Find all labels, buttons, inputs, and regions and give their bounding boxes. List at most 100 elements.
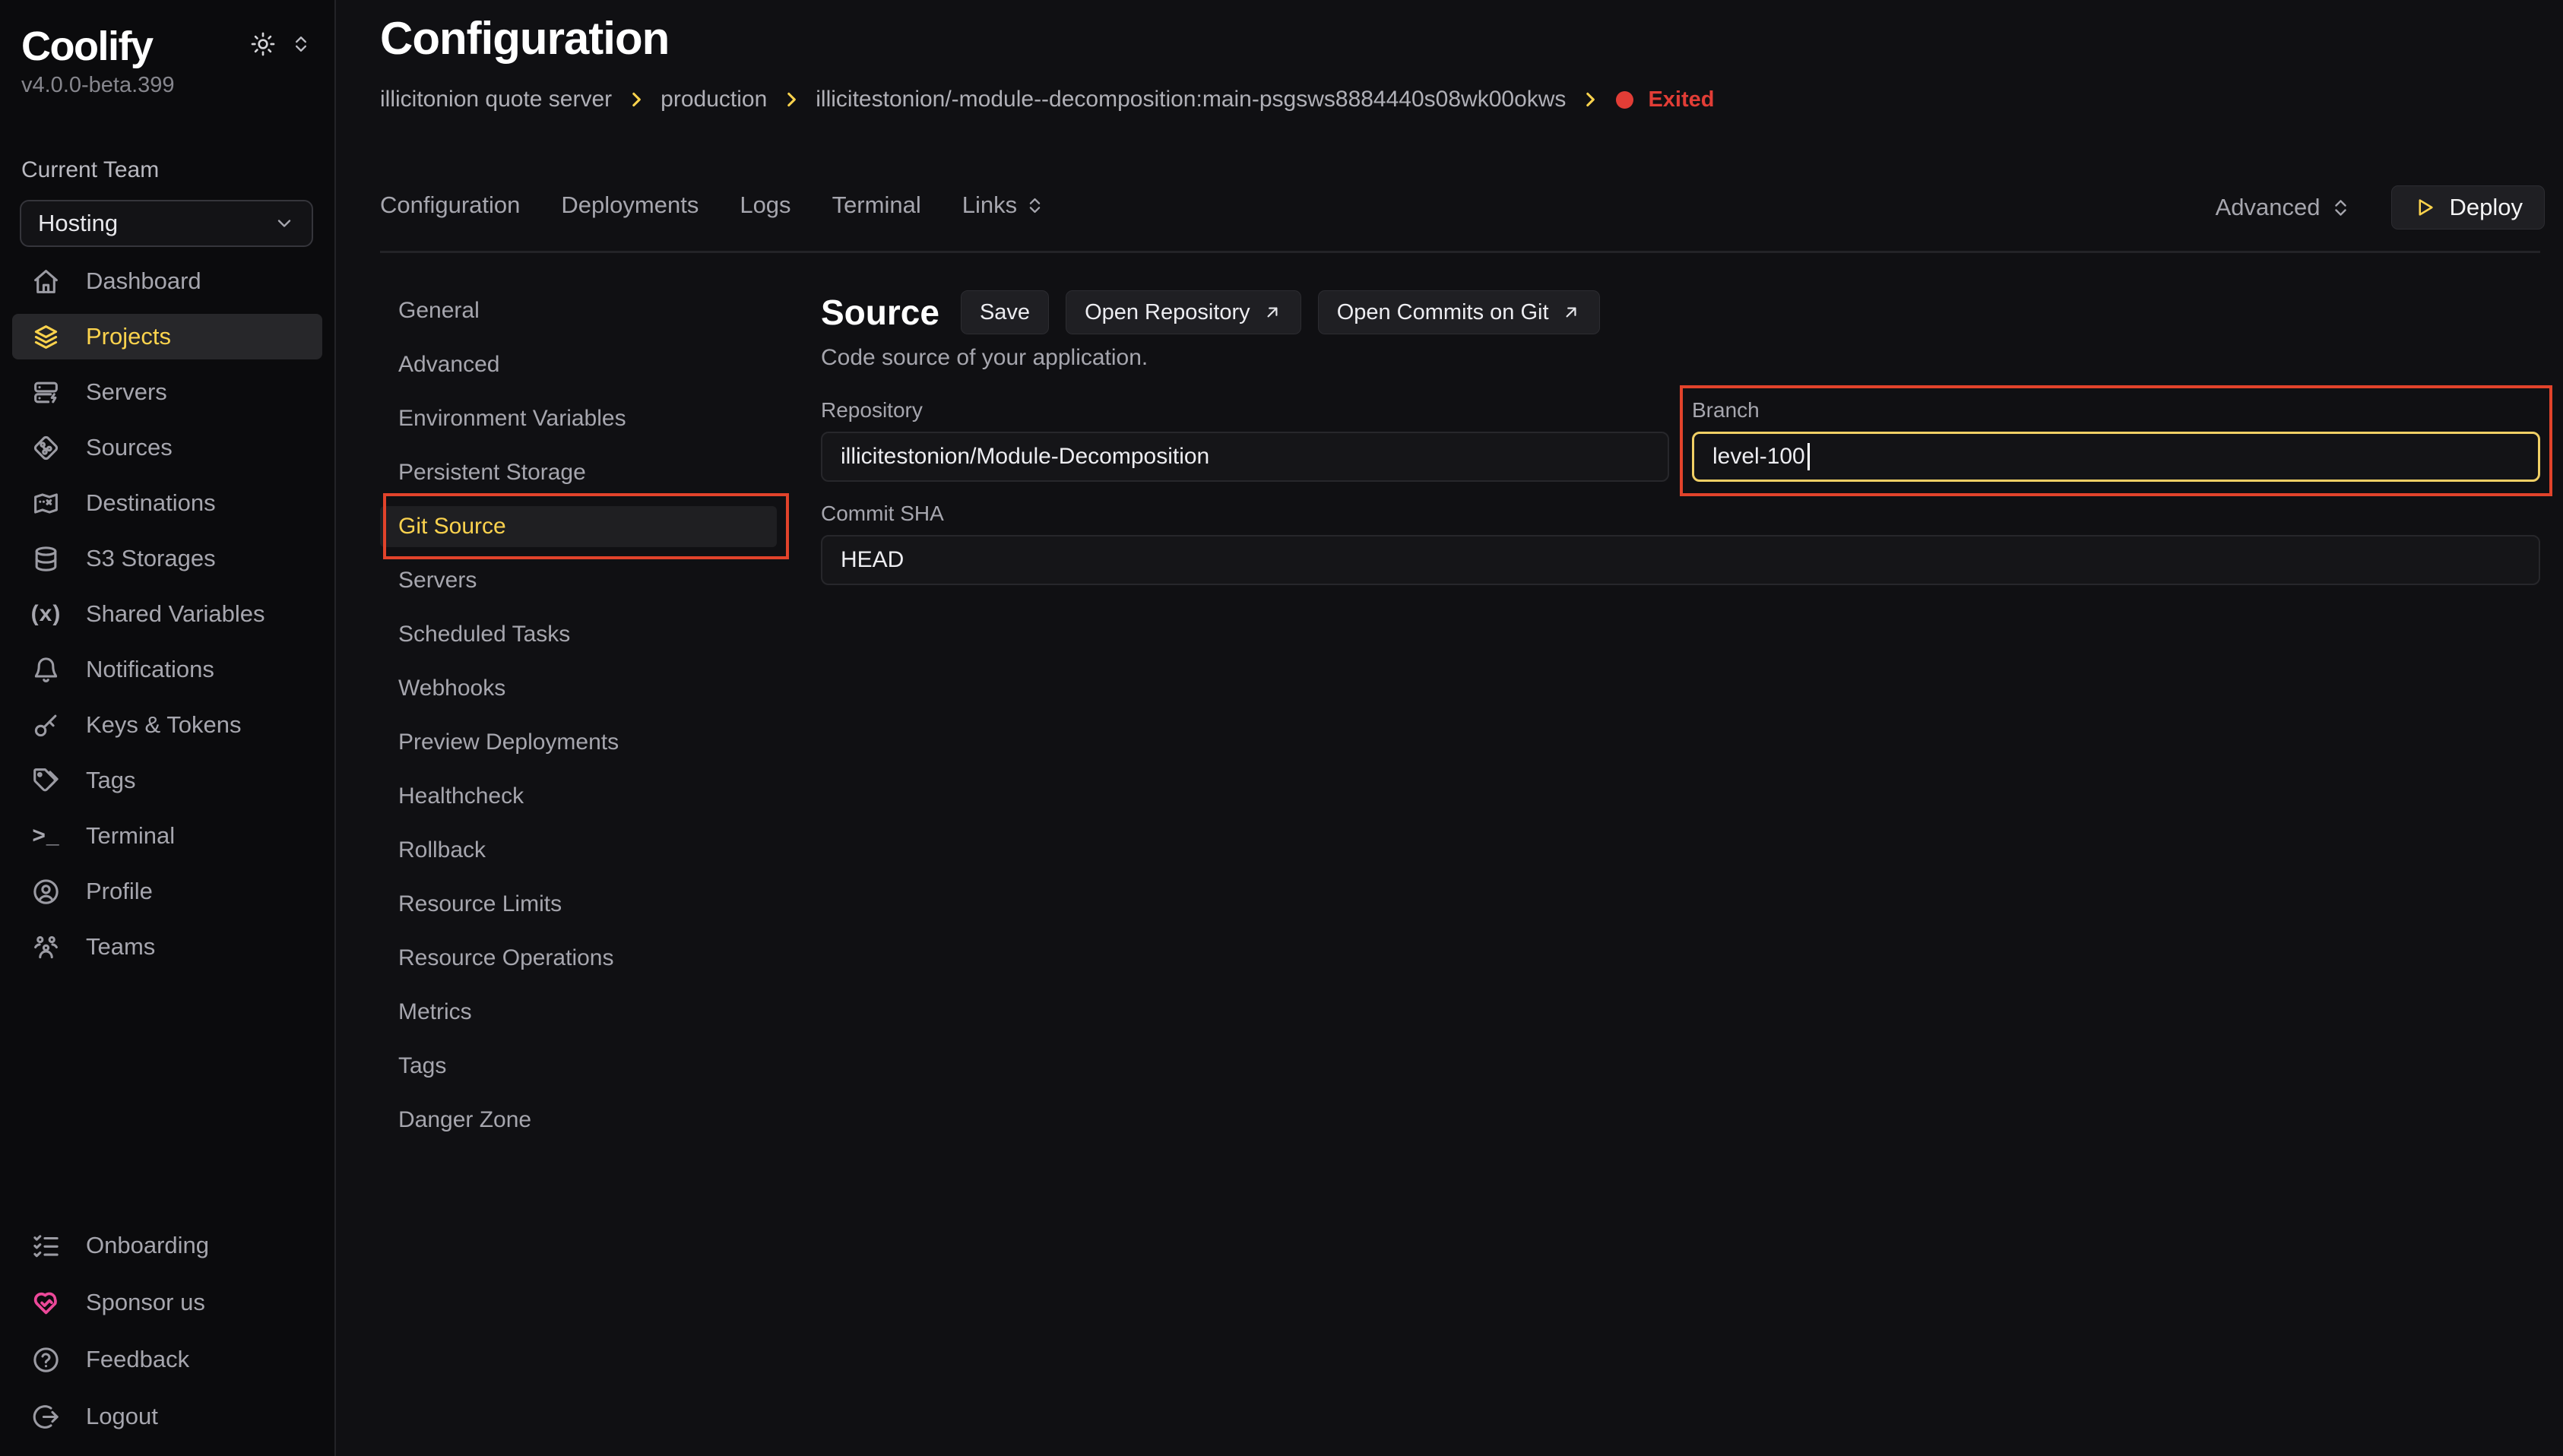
subnav-scheduled-tasks[interactable]: Scheduled Tasks <box>380 614 777 655</box>
sidebar-item-label: Feedback <box>86 1346 189 1373</box>
divider <box>380 251 2540 253</box>
commit-sha-field: Commit SHA HEAD <box>821 502 2540 585</box>
user-circle-icon <box>32 878 60 906</box>
tab-configuration[interactable]: Configuration <box>380 191 520 219</box>
bell-icon <box>32 656 60 684</box>
help-circle-icon <box>32 1346 60 1374</box>
sidebar-item-teams[interactable]: Teams <box>12 924 322 970</box>
sidebar-item-onboarding[interactable]: Onboarding <box>12 1223 322 1268</box>
sidebar-item-profile[interactable]: Profile <box>12 869 322 914</box>
sidebar-item-label: Profile <box>86 878 153 905</box>
sidebar-item-label: Terminal <box>86 822 175 850</box>
subnav-general[interactable]: General <box>380 290 777 331</box>
subnav-webhooks[interactable]: Webhooks <box>380 668 777 709</box>
chevrons-up-down-icon <box>2330 197 2352 219</box>
current-team-label: Current Team <box>0 98 334 183</box>
sidebar-item-feedback[interactable]: Feedback <box>12 1337 322 1382</box>
subnav-resource-limits[interactable]: Resource Limits <box>380 884 777 925</box>
play-icon <box>2413 196 2436 219</box>
sidebar-item-label: S3 Storages <box>86 545 216 572</box>
sidebar-header: Coolify <box>0 0 334 70</box>
database-icon <box>32 545 60 573</box>
subnav-advanced[interactable]: Advanced <box>380 344 777 385</box>
advanced-menu[interactable]: Advanced <box>2216 194 2352 221</box>
status-dot <box>1616 91 1633 109</box>
chevron-right-icon <box>781 90 801 109</box>
team-select[interactable]: Hosting <box>20 200 313 247</box>
tags-icon <box>32 767 60 795</box>
app-logo: Coolify <box>21 23 153 70</box>
source-panel-header: Source Save Open Repository Open Commits… <box>821 290 2540 334</box>
deploy-button[interactable]: Deploy <box>2391 185 2546 229</box>
sun-icon[interactable] <box>251 32 275 56</box>
sidebar-item-sponsor-us[interactable]: Sponsor us <box>12 1280 322 1325</box>
sidebar-item-label: Onboarding <box>86 1232 209 1259</box>
save-button[interactable]: Save <box>961 290 1049 334</box>
subnav-rollback[interactable]: Rollback <box>380 830 777 871</box>
key-icon <box>32 711 60 739</box>
tab-terminal[interactable]: Terminal <box>832 191 921 219</box>
tab-links[interactable]: Links <box>962 191 1045 219</box>
subnav-environment-variables[interactable]: Environment Variables <box>380 398 777 439</box>
sidebar-item-destinations[interactable]: Destinations <box>12 480 322 526</box>
sidebar-item-shared-variables[interactable]: (x) Shared Variables <box>12 591 322 637</box>
layers-icon <box>32 323 60 351</box>
checklist-icon <box>32 1232 60 1260</box>
sidebar-item-servers[interactable]: Servers <box>12 369 322 415</box>
sidebar-footer-nav: Onboarding Sponsor us Feedback Logout <box>12 1223 322 1439</box>
server-icon <box>32 378 60 407</box>
sidebar: Coolify v4.0.0-beta.399 Current Team Hos… <box>0 0 336 1456</box>
source-description: Code source of your application. <box>821 345 2540 371</box>
branch-input[interactable]: level-100 <box>1692 432 2540 482</box>
sidebar-item-logout[interactable]: Logout <box>12 1394 322 1439</box>
branch-label: Branch <box>1692 398 2540 423</box>
subnav-persistent-storage[interactable]: Persistent Storage <box>380 452 777 493</box>
sidebar-item-terminal[interactable]: >_ Terminal <box>12 813 322 859</box>
source-panel: Source Save Open Repository Open Commits… <box>821 290 2540 585</box>
sidebar-item-s3-storages[interactable]: S3 Storages <box>12 536 322 581</box>
repository-input[interactable]: illicitestonion/Module-Decomposition <box>821 432 1669 482</box>
open-repository-button[interactable]: Open Repository <box>1066 290 1301 334</box>
sidebar-item-label: Notifications <box>86 656 214 683</box>
sidebar-item-label: Sources <box>86 434 173 461</box>
sidebar-item-dashboard[interactable]: Dashboard <box>12 258 322 304</box>
chevron-right-icon <box>626 90 646 109</box>
variable-icon: (x) <box>32 601 60 627</box>
subnav-danger-zone[interactable]: Danger Zone <box>380 1100 777 1141</box>
breadcrumb-environment[interactable]: production <box>661 87 767 112</box>
repository-field: Repository illicitestonion/Module-Decomp… <box>821 398 1669 482</box>
repository-label: Repository <box>821 398 1669 423</box>
sidebar-item-tags[interactable]: Tags <box>12 758 322 803</box>
home-icon <box>32 267 60 296</box>
subnav-healthcheck[interactable]: Healthcheck <box>380 776 777 817</box>
arrow-up-right-icon <box>1262 302 1282 322</box>
sidebar-item-projects[interactable]: Projects <box>12 314 322 359</box>
tab-deployments[interactable]: Deployments <box>561 191 699 219</box>
subnav-resource-operations[interactable]: Resource Operations <box>380 938 777 979</box>
map-icon <box>32 489 60 518</box>
commit-sha-input[interactable]: HEAD <box>821 535 2540 585</box>
sidebar-item-label: Servers <box>86 378 167 406</box>
subnav-git-source[interactable]: Git Source <box>380 506 777 547</box>
subnav-servers[interactable]: Servers <box>380 560 777 601</box>
sidebar-item-sources[interactable]: Sources <box>12 425 322 470</box>
sidebar-item-notifications[interactable]: Notifications <box>12 647 322 692</box>
main-area: Configuration illicitonion quote server … <box>336 0 2563 1456</box>
chevrons-up-down-icon[interactable] <box>290 33 312 55</box>
text-cursor <box>1807 443 1810 470</box>
breadcrumb-project[interactable]: illicitonion quote server <box>380 87 612 112</box>
tab-logs[interactable]: Logs <box>740 191 790 219</box>
sidebar-item-keys-tokens[interactable]: Keys & Tokens <box>12 702 322 748</box>
open-commits-button[interactable]: Open Commits on Git <box>1318 290 1600 334</box>
source-heading: Source <box>821 292 939 333</box>
sidebar-item-label: Logout <box>86 1403 158 1430</box>
subnav-tags[interactable]: Tags <box>380 1046 777 1087</box>
header-actions: Advanced Deploy <box>2216 185 2545 229</box>
sidebar-item-label: Shared Variables <box>86 600 265 628</box>
breadcrumb-application[interactable]: illicitestonion/-module--decomposition:m… <box>816 87 1566 112</box>
subnav-preview-deployments[interactable]: Preview Deployments <box>380 722 777 763</box>
logout-icon <box>32 1403 60 1431</box>
chevron-down-icon <box>274 213 295 234</box>
chevrons-up-down-icon <box>1025 195 1045 216</box>
subnav-metrics[interactable]: Metrics <box>380 992 777 1033</box>
